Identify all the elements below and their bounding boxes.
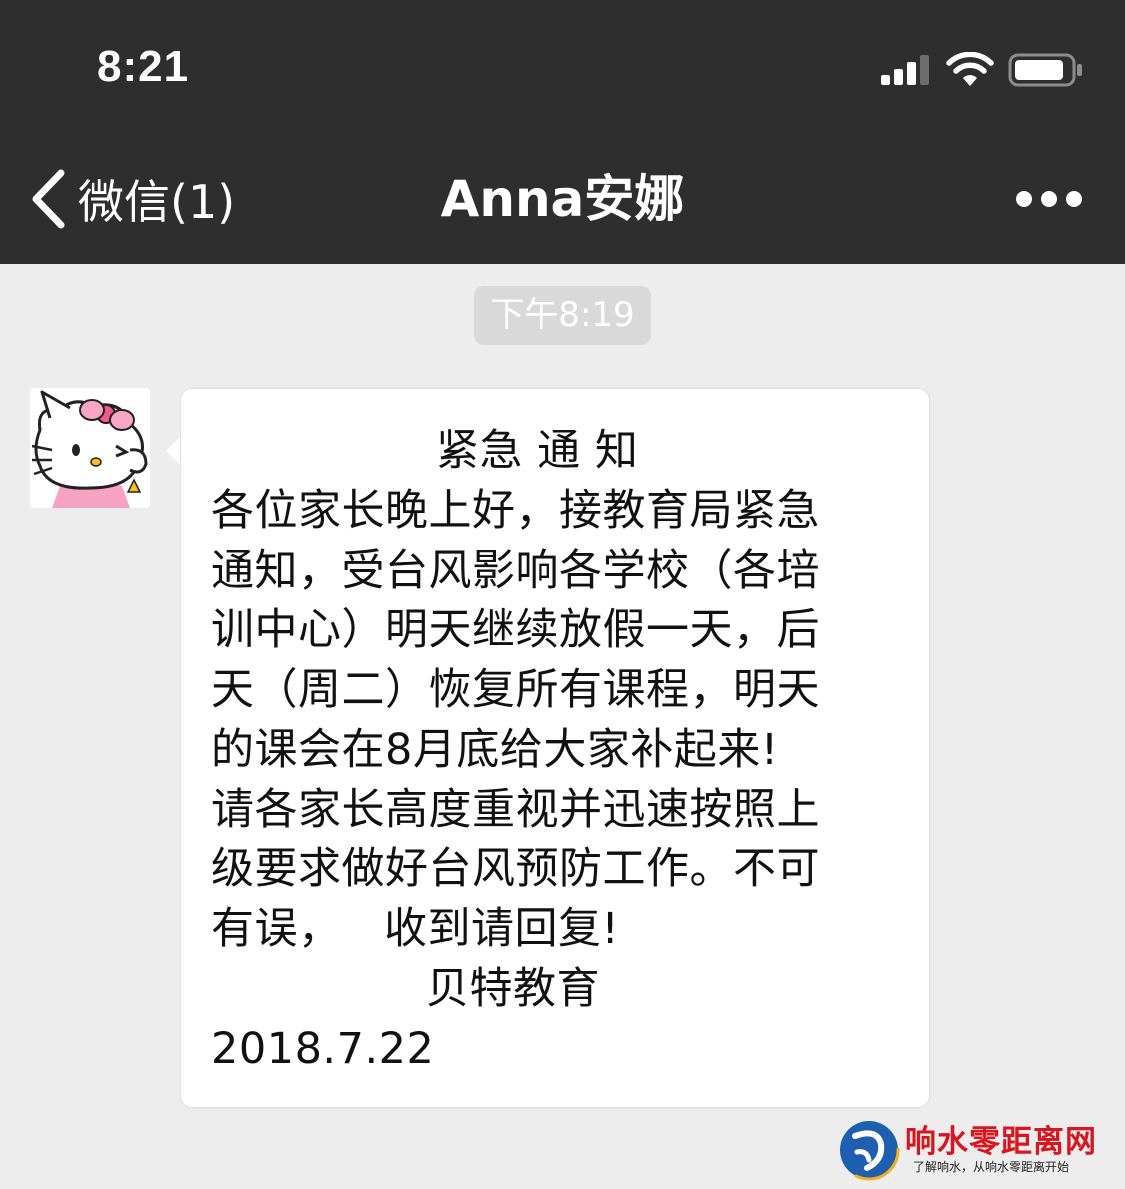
message-line: 天（周二）恢复所有课程，明天	[211, 665, 820, 715]
bubble-tail	[166, 436, 181, 466]
message-line: 各位家长晚上好，接教育局紧急	[211, 486, 820, 536]
watermark-title: 响水零距离网	[905, 1124, 1097, 1160]
site-watermark: 响水零距离网 了解响水，从响水零距离开始	[833, 1114, 1125, 1189]
watermark-subtitle: 了解响水，从响水零距离开始	[913, 1160, 1070, 1174]
message-timestamp: 下午8:19	[474, 286, 651, 345]
message-line: 训中心）明天继续放假一天，后	[211, 605, 820, 655]
back-button[interactable]: 微信(1)	[28, 166, 235, 232]
top-bar: 8:21 微信(1) Anna安娜	[0, 0, 1125, 264]
back-label: 微信(1)	[78, 175, 236, 229]
message-line: 通知，受台风影响各学校（各培	[211, 546, 820, 596]
more-dots-icon[interactable]	[1014, 186, 1084, 212]
message-line: 级要求做好台风预防工作。不可	[211, 844, 820, 894]
battery-icon	[1008, 53, 1082, 87]
chevron-left-icon	[32, 169, 65, 229]
message-line: 的课会在8月底给大家补起来!	[211, 725, 779, 775]
message-line: 2018.7.22	[211, 1024, 435, 1074]
status-time: 8:21	[97, 42, 190, 91]
message-line: 请各家长高度重视并迅速按照上	[211, 785, 820, 835]
message-line: 有误， 收到请回复!	[211, 904, 620, 954]
message-line: 贝特教育	[426, 964, 600, 1014]
hello-kitty-avatar[interactable]	[30, 388, 150, 508]
wifi-icon	[946, 52, 994, 86]
wechat-chat-screen: 8:21 微信(1) Anna安娜 下午8:19 紧急 通 知 各位家长晚上好，…	[0, 0, 1125, 1189]
message-line: 紧急 通 知	[436, 426, 639, 476]
site-logo-icon	[838, 1119, 900, 1181]
cellular-signal-icon	[881, 55, 933, 85]
